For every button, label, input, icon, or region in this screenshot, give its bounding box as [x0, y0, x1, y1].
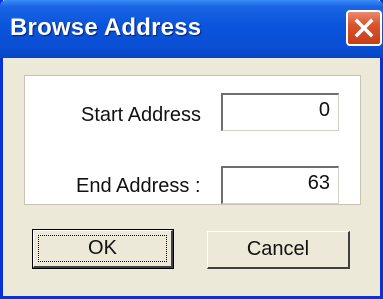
close-icon: [354, 18, 374, 38]
end-address-label: End Address :: [76, 175, 201, 197]
ok-button[interactable]: OK: [32, 229, 174, 269]
start-address-input[interactable]: 0: [221, 93, 339, 131]
close-button[interactable]: [346, 10, 382, 46]
browse-address-dialog: Browse Address Start Address 0 End Addre…: [0, 0, 383, 299]
dialog-body: Start Address 0 End Address : 63 OK Canc…: [3, 58, 380, 296]
address-panel: Start Address 0 End Address : 63: [24, 75, 361, 205]
window-title: Browse Address: [10, 14, 202, 41]
cancel-button[interactable]: Cancel: [207, 231, 350, 269]
end-address-input[interactable]: 63: [221, 166, 339, 204]
title-bar[interactable]: Browse Address: [0, 0, 383, 58]
start-address-label: Start Address: [81, 104, 202, 126]
focus-rectangle: [38, 235, 167, 262]
cancel-button-label: Cancel: [246, 238, 310, 260]
